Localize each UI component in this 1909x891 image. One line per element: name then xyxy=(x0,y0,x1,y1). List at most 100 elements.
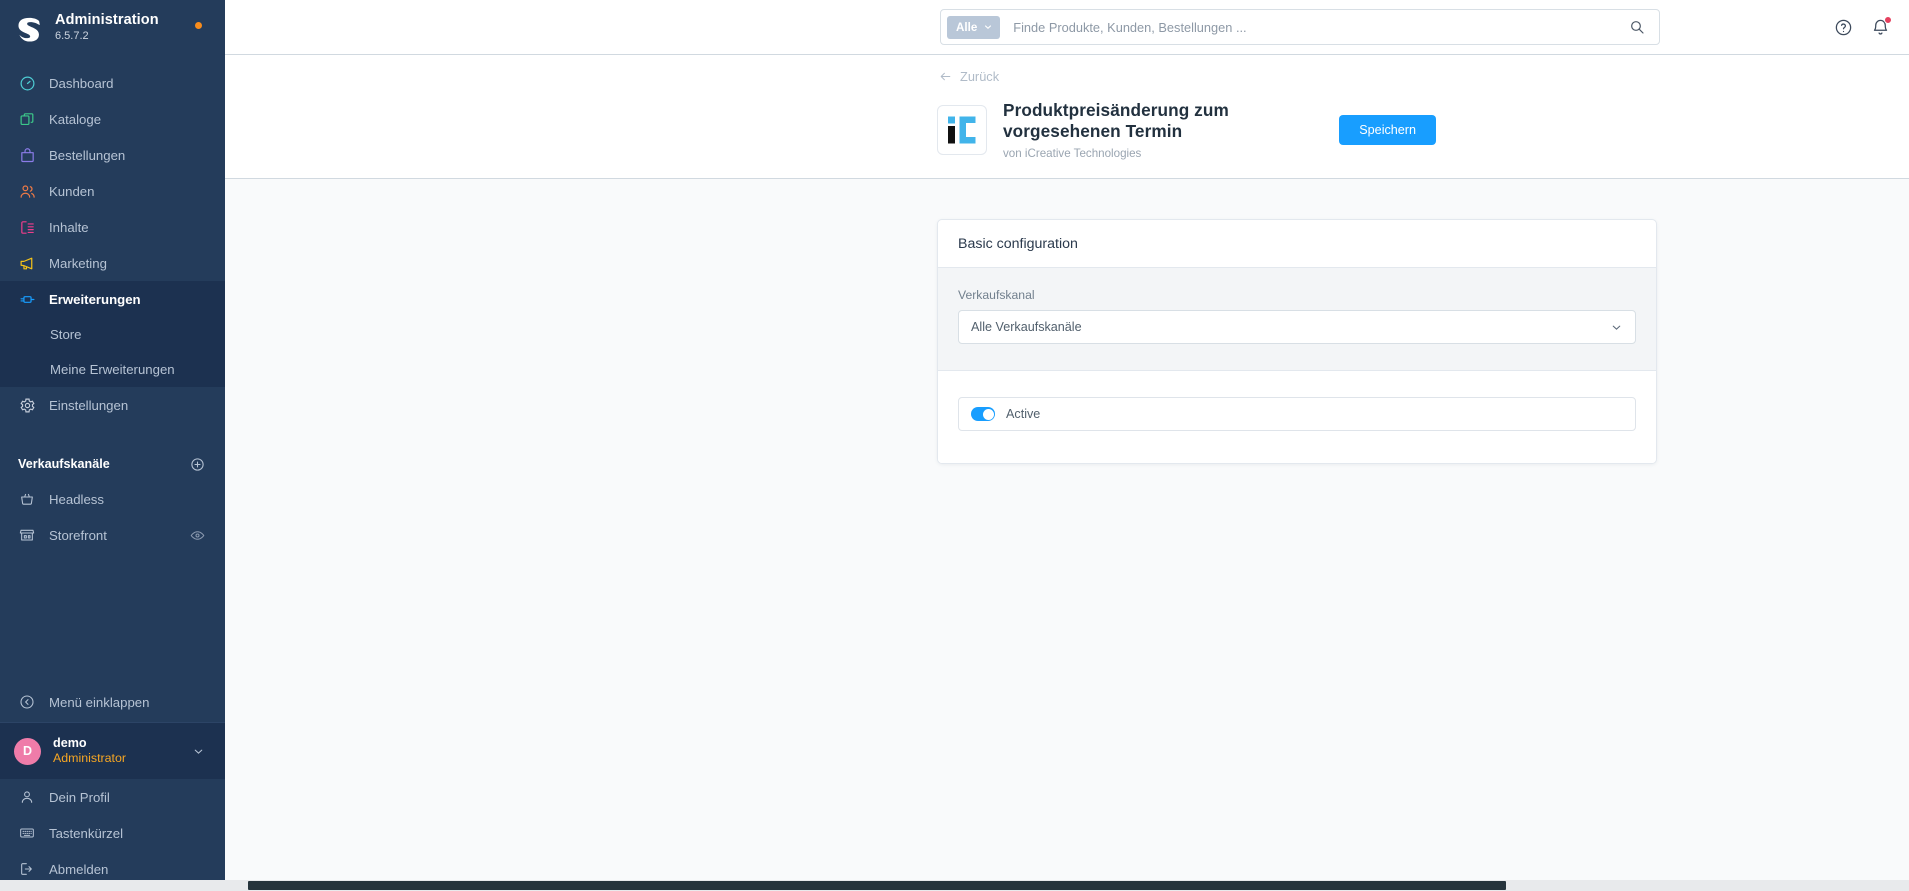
sidebar-item-kataloge[interactable]: Kataloge xyxy=(0,101,225,137)
sidebar-item-dashboard[interactable]: Dashboard xyxy=(0,65,225,101)
plugin-vendor: von iCreative Technologies xyxy=(1003,147,1142,160)
gear-icon xyxy=(18,396,36,414)
sidebar-user-text: demo Administrator xyxy=(53,736,180,765)
page-header: Zurück Produktpreisänderung zum vorgeseh… xyxy=(225,55,1909,179)
sidebar-item-tastenkuerzel[interactable]: Tastenkürzel xyxy=(0,815,225,851)
sidebar-item-label: Dashboard xyxy=(49,75,114,91)
dashboard-icon xyxy=(18,74,36,92)
active-toggle-label: Active xyxy=(1006,407,1041,421)
icreative-logo-icon xyxy=(937,105,987,155)
sidebar-user-menu[interactable]: D demo Administrator xyxy=(0,722,225,779)
sidebar-item-marketing[interactable]: Marketing xyxy=(0,245,225,281)
notification-badge-dot xyxy=(1884,15,1892,24)
update-available-dot[interactable] xyxy=(195,22,202,29)
sidebar-brand-text: Administration 6.5.7.2 xyxy=(55,13,159,43)
search-input[interactable] xyxy=(1000,19,1627,35)
global-search: Alle xyxy=(940,9,1660,45)
sidebar-saleschannel-storefront[interactable]: Storefront xyxy=(0,517,225,553)
content-icon xyxy=(18,218,36,236)
sidebar-item-label: Marketing xyxy=(49,255,107,271)
content-area: Basic configuration Verkaufskanal Alle V… xyxy=(225,179,1909,891)
sidebar-subitem-label: Meine Erweiterungen xyxy=(50,362,175,377)
sales-channel-label: Verkaufskanal xyxy=(958,288,1035,302)
sidebar-saleschannel-label: Headless xyxy=(49,491,104,507)
sales-channel-value: Alle Verkaufskanäle xyxy=(971,320,1082,334)
active-toggle-switch[interactable] xyxy=(971,407,995,421)
sidebar-item-erweiterungen[interactable]: Erweiterungen xyxy=(0,281,225,317)
sidebar-user-name: demo xyxy=(53,736,87,751)
back-link[interactable]: Zurück xyxy=(939,69,999,84)
logout-icon xyxy=(18,860,36,878)
page-title: Produktpreisänderung zum vorgesehenen Te… xyxy=(1003,100,1229,141)
horizontal-scrollbar-thumb[interactable] xyxy=(248,881,1506,890)
sidebar: Administration 6.5.7.2 Dashboard Katalog… xyxy=(0,0,225,891)
card-title: Basic configuration xyxy=(958,235,1078,252)
sidebar-nav: Dashboard Kataloge Bestellungen Kunden I… xyxy=(0,65,225,423)
sidebar-item-kunden[interactable]: Kunden xyxy=(0,173,225,209)
sidebar-saleschannel-label: Storefront xyxy=(49,527,107,543)
top-bar: Alle xyxy=(225,0,1909,55)
chevron-down-icon xyxy=(983,22,993,32)
sidebar-item-label: Kunden xyxy=(49,183,95,199)
sales-channel-section: Verkaufskanal Alle Verkaufskanäle xyxy=(938,268,1656,371)
chevron-down-icon xyxy=(192,745,205,758)
keyboard-icon xyxy=(18,824,36,842)
sidebar-collapse-button[interactable]: Menü einklappen xyxy=(0,682,225,722)
active-toggle-row[interactable]: Active xyxy=(958,397,1636,431)
chevron-down-icon xyxy=(1610,321,1623,334)
sidebar-item-einstellungen[interactable]: Einstellungen xyxy=(0,387,225,423)
main-area: Alle Finde Produkte, Kunden, Bestellunge… xyxy=(225,0,1909,891)
sidebar-version: 6.5.7.2 xyxy=(55,29,89,42)
sidebar-brand[interactable]: Administration 6.5.7.2 xyxy=(0,0,225,56)
sidebar-item-label: Einstellungen xyxy=(49,397,129,413)
plus-circle-icon[interactable] xyxy=(189,456,205,472)
search-scope-dropdown[interactable]: Alle xyxy=(947,15,1001,39)
sidebar-subitem-store[interactable]: Store xyxy=(0,317,225,352)
sidebar-item-inhalte[interactable]: Inhalte xyxy=(0,209,225,245)
sidebar-subitem-meine-erweiterungen[interactable]: Meine Erweiterungen xyxy=(0,352,225,387)
sidebar-item-label: Dein Profil xyxy=(49,789,110,805)
sidebar-saleschannels-header: Verkaufskanäle xyxy=(0,447,225,481)
help-circle-icon[interactable] xyxy=(1833,17,1854,38)
basket-icon xyxy=(18,490,36,508)
arrow-left-icon xyxy=(939,70,952,83)
chevron-left-circle-icon xyxy=(18,693,36,711)
toggle-knob xyxy=(982,408,994,420)
catalog-icon xyxy=(18,110,36,128)
sidebar-subitem-label: Store xyxy=(50,327,82,342)
customers-icon xyxy=(18,182,36,200)
sidebar-footer-nav: Dein Profil Tastenkürzel Abmelden xyxy=(0,779,225,891)
sidebar-item-label: Erweiterungen xyxy=(49,291,141,307)
search-scope-label: Alle xyxy=(956,20,978,34)
sidebar-item-dein-profil[interactable]: Dein Profil xyxy=(0,779,225,815)
saleschannels-title: Verkaufskanäle xyxy=(18,457,110,471)
bell-icon[interactable] xyxy=(1870,15,1892,38)
plugin-header-row: Produktpreisänderung zum vorgesehenen Te… xyxy=(225,100,1909,160)
avatar: D xyxy=(14,737,41,765)
sidebar-item-bestellungen[interactable]: Bestellungen xyxy=(0,137,225,173)
top-bar-actions xyxy=(1833,15,1892,38)
active-toggle-section: Active xyxy=(938,371,1656,463)
shopware-logo-icon xyxy=(14,13,44,43)
extensions-plug-icon xyxy=(18,290,36,308)
search-icon[interactable] xyxy=(1627,17,1647,37)
storefront-icon xyxy=(18,526,36,544)
sidebar-item-label: Abmelden xyxy=(49,861,109,877)
sidebar-saleschannel-headless[interactable]: Headless xyxy=(0,481,225,517)
basic-configuration-card: Basic configuration Verkaufskanal Alle V… xyxy=(937,219,1657,464)
marketing-megaphone-icon xyxy=(18,254,36,272)
user-icon xyxy=(18,788,36,806)
eye-icon[interactable] xyxy=(189,527,205,543)
plugin-header-text: Produktpreisänderung zum vorgesehenen Te… xyxy=(1003,100,1339,160)
save-button[interactable]: Speichern xyxy=(1339,115,1436,145)
sales-channel-select[interactable]: Alle Verkaufskanäle xyxy=(958,310,1636,344)
back-link-label: Zurück xyxy=(960,69,1000,84)
sidebar-item-label: Kataloge xyxy=(49,111,102,127)
horizontal-scrollbar[interactable] xyxy=(0,880,1909,891)
orders-bag-icon xyxy=(18,146,36,164)
sidebar-item-label: Inhalte xyxy=(49,219,89,235)
sidebar-item-label: Bestellungen xyxy=(49,147,126,163)
card-header: Basic configuration xyxy=(938,220,1656,268)
app-root: Administration 6.5.7.2 Dashboard Katalog… xyxy=(0,0,1909,891)
sidebar-user-role: Administrator xyxy=(53,751,126,766)
